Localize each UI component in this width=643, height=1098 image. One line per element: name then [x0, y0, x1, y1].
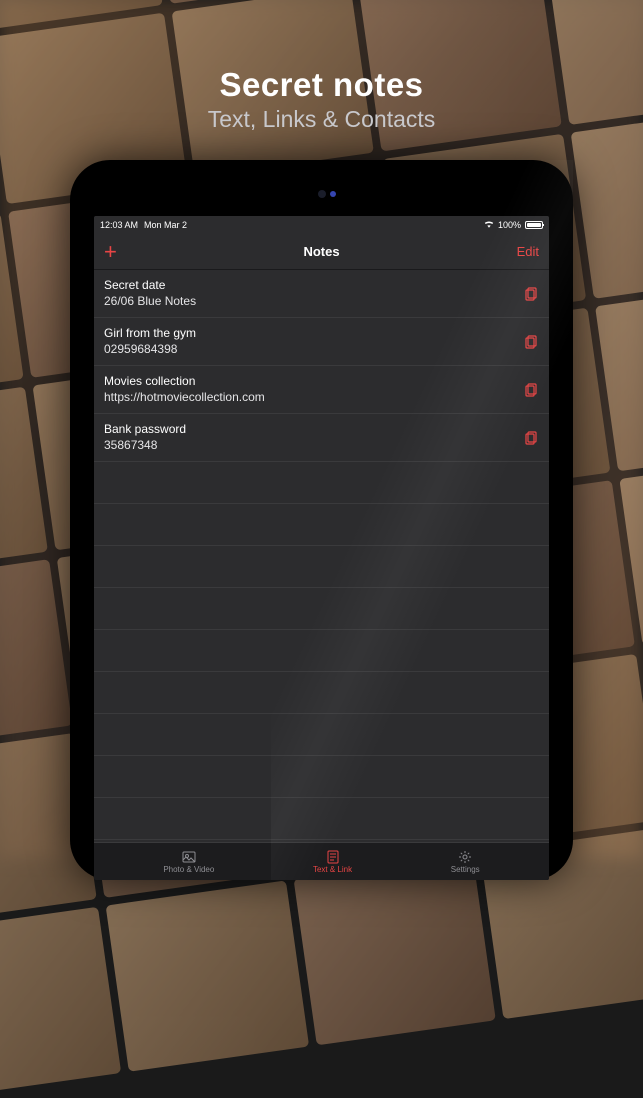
navigation-bar: + Notes Edit	[94, 234, 549, 270]
copy-icon[interactable]	[523, 382, 539, 398]
empty-row	[94, 798, 549, 840]
status-date: Mon Mar 2	[144, 220, 187, 230]
add-note-button[interactable]: +	[104, 241, 117, 263]
note-row[interactable]: Bank password 35867348	[94, 414, 549, 462]
note-row[interactable]: Girl from the gym 02959684398	[94, 318, 549, 366]
empty-row	[94, 504, 549, 546]
copy-icon[interactable]	[523, 286, 539, 302]
empty-row	[94, 546, 549, 588]
promo-heading: Secret notes Text, Links & Contacts	[0, 66, 643, 133]
page-title: Notes	[164, 244, 479, 259]
note-title: Movies collection	[104, 374, 523, 390]
note-title: Secret date	[104, 278, 523, 294]
note-row[interactable]: Movies collection https://hotmoviecollec…	[94, 366, 549, 414]
promo-subtitle: Text, Links & Contacts	[0, 106, 643, 133]
battery-icon	[525, 221, 543, 229]
gear-icon	[458, 850, 472, 864]
edit-button[interactable]: Edit	[479, 244, 539, 259]
tablet-screen: 12:03 AM Mon Mar 2 100% + Notes Edit Sec…	[94, 216, 549, 880]
tab-bar: Photo & Video Text & Link Settings	[94, 842, 549, 880]
tab-label: Settings	[451, 865, 480, 874]
empty-row	[94, 462, 549, 504]
empty-row	[94, 630, 549, 672]
tab-text-link[interactable]: Text & Link	[313, 850, 352, 874]
copy-icon[interactable]	[523, 334, 539, 350]
note-icon	[326, 850, 340, 864]
tab-photo-video[interactable]: Photo & Video	[163, 850, 214, 874]
tab-label: Text & Link	[313, 865, 352, 874]
status-bar: 12:03 AM Mon Mar 2 100%	[94, 216, 549, 234]
empty-row	[94, 672, 549, 714]
note-title: Bank password	[104, 422, 523, 438]
note-row[interactable]: Secret date 26/06 Blue Notes	[94, 270, 549, 318]
empty-row	[94, 714, 549, 756]
notes-list[interactable]: Secret date 26/06 Blue Notes Girl from t…	[94, 270, 549, 842]
empty-row	[94, 756, 549, 798]
battery-percent: 100%	[498, 220, 521, 230]
wifi-icon	[484, 220, 494, 230]
note-subtitle: 26/06 Blue Notes	[104, 294, 523, 310]
copy-icon[interactable]	[523, 430, 539, 446]
empty-row	[94, 588, 549, 630]
note-subtitle: https://hotmoviecollection.com	[104, 390, 523, 406]
note-title: Girl from the gym	[104, 326, 523, 342]
tablet-camera	[318, 190, 326, 198]
status-time: 12:03 AM	[100, 220, 138, 230]
tablet-device-frame: 12:03 AM Mon Mar 2 100% + Notes Edit Sec…	[70, 160, 573, 880]
note-subtitle: 02959684398	[104, 342, 523, 358]
note-subtitle: 35867348	[104, 438, 523, 454]
promo-title: Secret notes	[0, 66, 643, 104]
tab-label: Photo & Video	[163, 865, 214, 874]
tab-settings[interactable]: Settings	[451, 850, 480, 874]
photo-icon	[182, 850, 196, 864]
